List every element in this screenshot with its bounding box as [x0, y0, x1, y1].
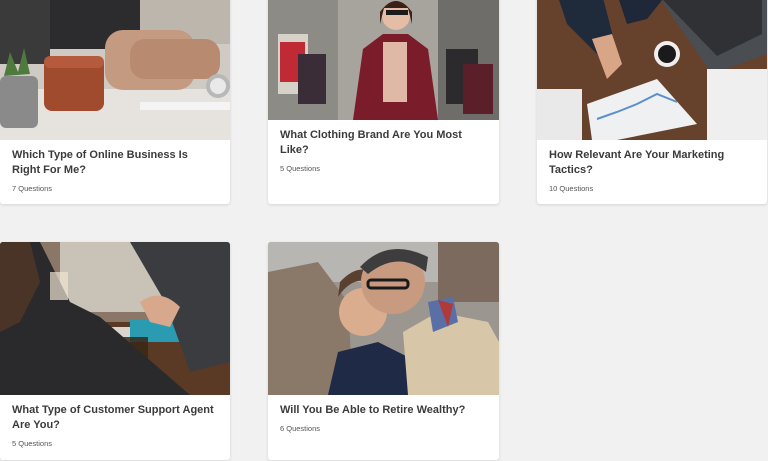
marketing-charts-image — [537, 0, 767, 140]
question-count: 5 Questions — [280, 164, 321, 173]
quiz-title[interactable]: Will You Be Able to Retire Wealthy? — [280, 403, 487, 418]
question-count: 5 Questions — [12, 439, 53, 448]
quiz-card-marketing-tactics[interactable]: How Relevant Are Your Marketing Tactics?… — [537, 0, 767, 204]
quiz-grid: Which Type of Online Business Is Right F… — [0, 0, 768, 461]
quiz-title[interactable]: What Clothing Brand Are You Most Like? — [280, 128, 487, 158]
question-count: 10 Questions — [549, 184, 594, 193]
question-count: 7 Questions — [12, 184, 53, 193]
quiz-title[interactable]: Which Type of Online Business Is Right F… — [12, 148, 218, 178]
shopping-woman-image — [268, 0, 499, 120]
quiz-card-clothing-brand[interactable]: What Clothing Brand Are You Most Like? 5… — [268, 0, 499, 204]
quiz-card-image[interactable] — [268, 242, 499, 395]
quiz-card-image[interactable] — [268, 0, 499, 120]
quiz-title[interactable]: What Type of Customer Support Agent Are … — [12, 403, 218, 433]
quiz-title[interactable]: How Relevant Are Your Marketing Tactics? — [549, 148, 755, 178]
quiz-card-image[interactable] — [537, 0, 767, 140]
workspace-laptop-image — [0, 0, 230, 140]
quiz-card-customer-support[interactable]: What Type of Customer Support Agent Are … — [0, 242, 230, 460]
quiz-card-image[interactable] — [0, 0, 230, 140]
quiz-card-online-business[interactable]: Which Type of Online Business Is Right F… — [0, 0, 230, 204]
quiz-card-retire-wealthy[interactable]: Will You Be Able to Retire Wealthy? 6 Qu… — [268, 242, 499, 460]
older-men-image — [268, 242, 499, 395]
question-count: 6 Questions — [280, 424, 321, 433]
handshake-image — [0, 242, 230, 395]
quiz-card-image[interactable] — [0, 242, 230, 395]
